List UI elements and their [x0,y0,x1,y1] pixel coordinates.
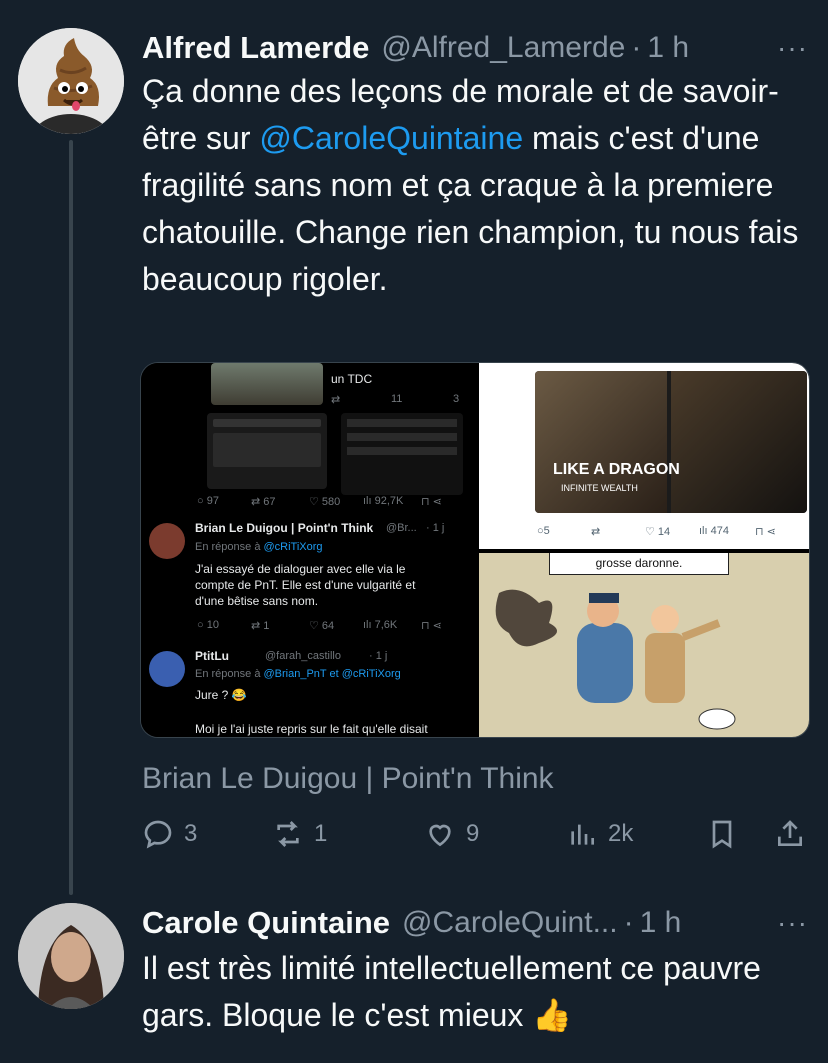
tweet-time[interactable]: 1 h [647,31,689,65]
reply-icon [144,820,172,849]
author-name[interactable]: Alfred Lamerde [142,30,369,66]
separator-dot: · [623,906,634,939]
embedded-photo [211,363,323,405]
bar-chart-icon [571,824,594,845]
views-button[interactable]: 2k [566,818,633,850]
brian-avatar [149,523,185,559]
tweet-text: Il est très limité intellectuellement ce… [142,950,761,1033]
media-grid[interactable]: un TDC ⇄ 11 3 ○ 97 ⇄ 67 ♡ 580 ılı 92,7K … [140,362,810,738]
avatar[interactable] [18,903,124,1009]
bookmark-icon [712,820,732,849]
ptitlu-avatar [149,651,185,687]
carole-avatar-image [18,903,124,1009]
tweet-header: Alfred Lamerde @Alfred_Lamerde · 1 h [142,28,689,68]
tweet-actions: 3 1 9 2k [142,818,812,862]
mention-link[interactable]: @CaroleQuintaine [259,120,523,156]
heart-icon [429,824,451,847]
tweet-carole[interactable]: Carole Quintaine @CaroleQuint... · 1 h ·… [0,903,828,1063]
game-cover-image: LIKE A DRAGON INFINITE WEALTH [535,371,807,513]
media-tag-caption[interactable]: Brian Le Duigou | Point'n Think [142,762,554,796]
like-button[interactable]: 9 [424,818,479,850]
author-name[interactable]: Carole Quintaine [142,905,390,941]
tweet-alfred[interactable]: Alfred Lamerde @Alfred_Lamerde · 1 h ···… [0,28,828,908]
bookmark-button[interactable] [706,818,738,850]
media-game-post[interactable]: LIKE A DRAGON INFINITE WEALTH ○5 ⇄ ♡ 14 … [479,363,809,549]
comic-drawing [495,589,736,730]
retweet-icon [277,821,299,847]
avatar[interactable] [18,28,124,134]
tweet-time[interactable]: 1 h [640,906,682,940]
embedded-reply-card [341,413,463,495]
retweet-button[interactable]: 1 [272,818,327,850]
more-options-icon[interactable]: ··· [777,907,808,939]
reply-button[interactable]: 3 [142,818,197,850]
embedded-quote-card [207,413,327,489]
poop-avatar-icon [18,28,124,134]
author-handle[interactable]: @Alfred_Lamerde [381,31,625,65]
more-options-icon[interactable]: ··· [777,32,808,64]
tweet-text: Ça donne des leçons de morale et de savo… [142,73,799,297]
share-button[interactable] [774,818,806,850]
media-embedded-screenshot[interactable]: un TDC ⇄ 11 3 ○ 97 ⇄ 67 ♡ 580 ılı 92,7K … [141,363,475,737]
share-icon [778,820,802,846]
separator-dot: · [631,31,642,64]
author-handle[interactable]: @CaroleQuint... [402,906,618,940]
tweet-header: Carole Quintaine @CaroleQuint... · 1 h [142,903,681,943]
thread-line [69,140,73,895]
media-comic-panel[interactable]: grosse daronne. [479,553,809,737]
